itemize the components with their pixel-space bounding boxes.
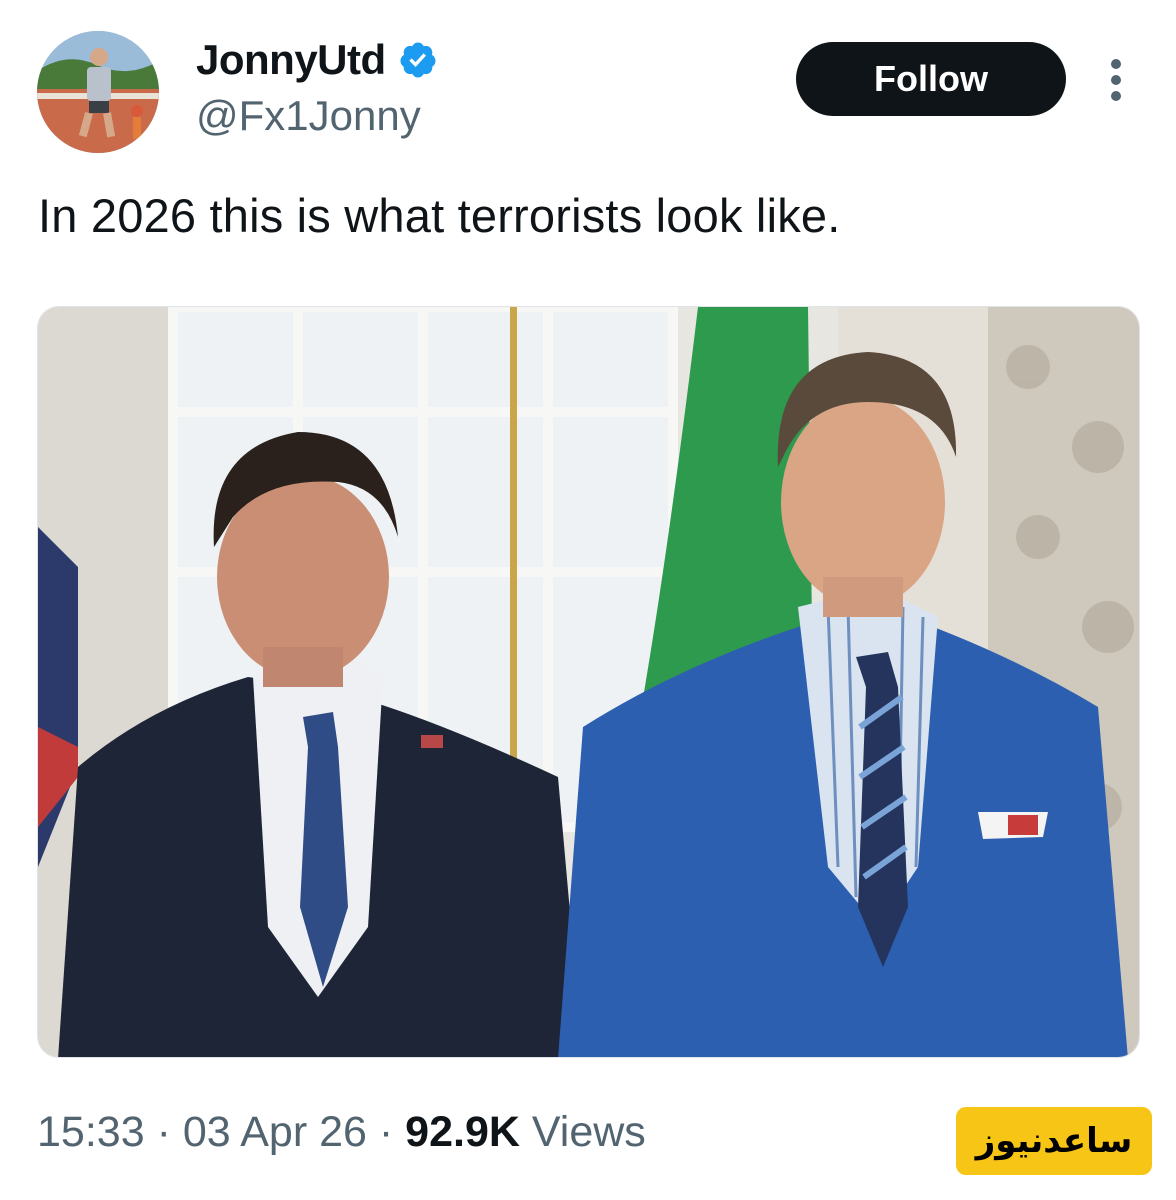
follow-button[interactable]: Follow [796, 42, 1066, 116]
meta-separator: · [378, 1108, 394, 1156]
tweet-date[interactable]: 03 Apr 26 [183, 1108, 367, 1156]
avatar[interactable] [37, 31, 159, 153]
tweet-time[interactable]: 15:33 [37, 1108, 145, 1156]
tweet-meta: 15:33 · 03 Apr 26 · 92.9K Views [37, 1104, 646, 1160]
more-options-icon[interactable] [1098, 55, 1134, 105]
meta-separator: · [156, 1108, 171, 1156]
tweet-text: In 2026 this is what terrorists look lik… [38, 189, 841, 242]
watermark-text: ساعدنیوز [975, 1121, 1133, 1161]
verified-badge-icon [398, 40, 438, 80]
author-name-row: JonnyUtd [196, 34, 438, 86]
display-name[interactable]: JonnyUtd [196, 34, 386, 86]
tweet-photo[interactable] [37, 306, 1140, 1058]
views-count: 92.9K [405, 1108, 520, 1156]
author-handle[interactable]: @Fx1Jonny [196, 90, 421, 142]
views-label: Views [531, 1108, 646, 1156]
watermark-logo: ساعدنیوز [956, 1107, 1152, 1175]
